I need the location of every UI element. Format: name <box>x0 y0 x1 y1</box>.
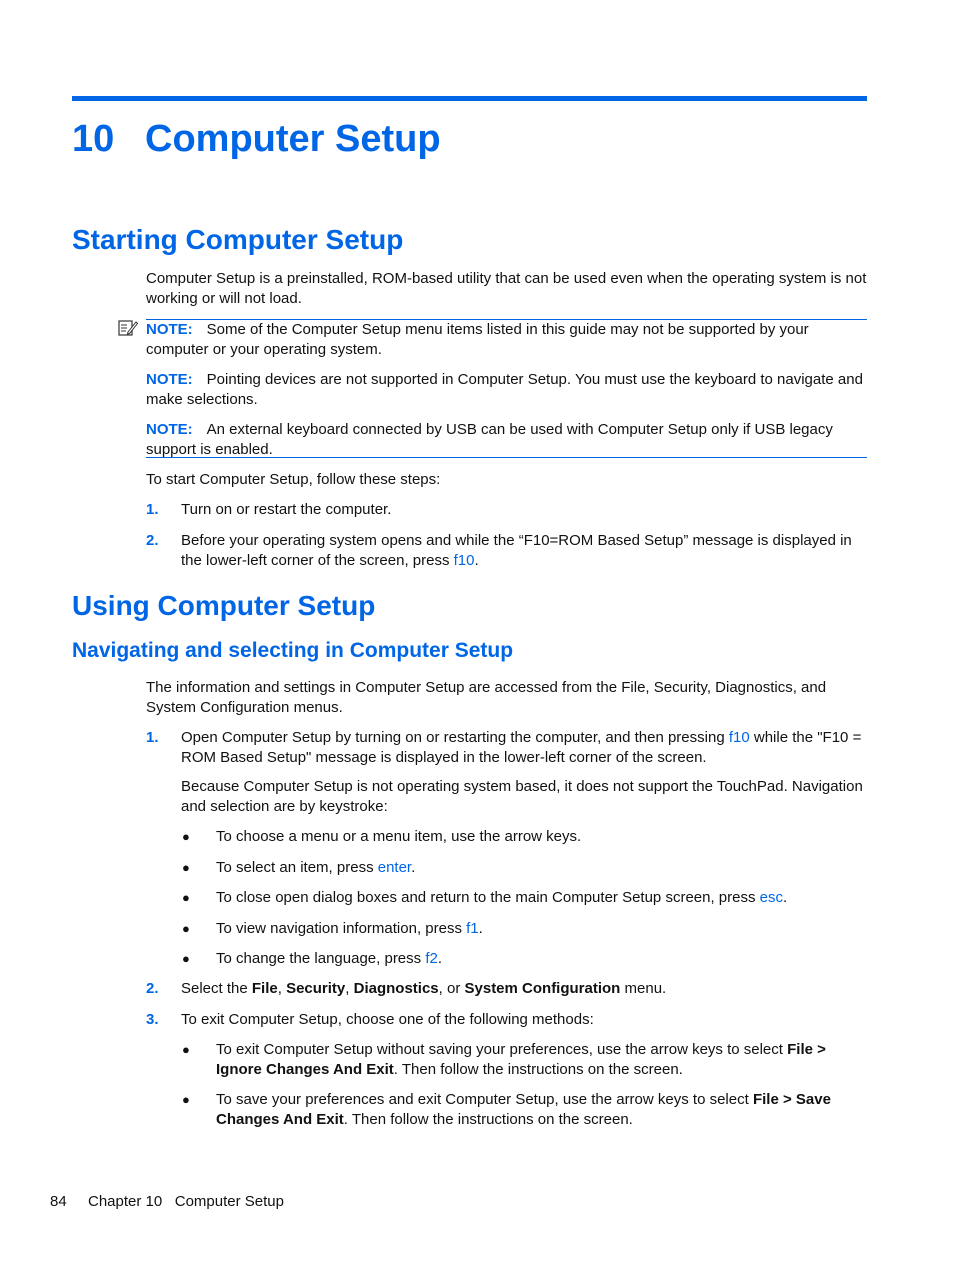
steps-intro: To start Computer Setup, follow these st… <box>146 471 441 488</box>
key-esc: esc <box>759 889 783 906</box>
key-f2: f2 <box>425 950 438 967</box>
page-number: 84 <box>50 1193 67 1210</box>
step-number: 1. <box>146 729 159 746</box>
step-text: Open Computer Setup by turning on or res… <box>181 729 862 766</box>
chapter-title-text: Computer Setup <box>145 118 441 160</box>
step-paragraph: Because Computer Setup is not operating … <box>181 778 863 815</box>
key-f10: f10 <box>453 551 475 569</box>
chapter-top-rule <box>72 96 867 101</box>
step-number: 2. <box>146 980 159 997</box>
step-text: Before your operating system opens and w… <box>181 532 852 569</box>
subsection-intro: The information and settings in Computer… <box>146 679 827 716</box>
chapter-title: 10 Computer Setup <box>72 118 441 161</box>
note-label: NOTE: <box>146 421 193 438</box>
page-footer: 84 Chapter 10 Computer Setup <box>50 1193 284 1210</box>
footer-chapter-title: Computer Setup <box>174 1193 284 1210</box>
note-box-bottom-rule <box>146 457 867 458</box>
bullet-item: To choose a menu or a menu item, use the… <box>216 828 582 845</box>
footer-chapter-label: Chapter 10 <box>88 1193 163 1210</box>
key-f10: f10 <box>728 729 750 746</box>
bullet-item: To select an item, press enter. <box>216 859 416 876</box>
bullet-item: To change the language, press f2. <box>216 950 443 967</box>
section-title-starting: Starting Computer Setup <box>72 224 404 255</box>
bullet-icon: ● <box>182 1042 190 1057</box>
section1-intro: Computer Setup is a preinstalled, ROM-ba… <box>146 270 867 307</box>
bullet-icon: ● <box>182 951 190 966</box>
bullet-item: To exit Computer Setup without saving yo… <box>216 1041 826 1078</box>
step-number: 1. <box>146 501 159 518</box>
bullet-item: To save your preferences and exit Comput… <box>216 1091 831 1128</box>
bullet-icon: ● <box>182 829 190 844</box>
note-1: NOTE: Some of the Computer Setup menu ite… <box>146 321 809 358</box>
key-f1: f1 <box>466 920 479 937</box>
bullet-icon: ● <box>182 1092 190 1107</box>
section-title-using: Using Computer Setup <box>72 590 376 621</box>
note-label: NOTE: <box>146 371 193 388</box>
key-enter: enter <box>377 859 412 876</box>
chapter-number: 10 <box>72 118 115 160</box>
bullet-item: To view navigation information, press f1… <box>216 920 483 937</box>
subsection-title-navigating: Navigating and selecting in Computer Set… <box>72 639 514 662</box>
step-number: 2. <box>146 532 159 549</box>
note-label: NOTE: <box>146 321 193 338</box>
bullet-icon: ● <box>182 860 190 875</box>
step-text: To exit Computer Setup, choose one of th… <box>181 1011 594 1028</box>
bullet-icon: ● <box>182 921 190 936</box>
step-number: 3. <box>146 1011 159 1028</box>
bullet-icon: ● <box>182 890 190 905</box>
step-text: Select the File, Security, Diagnostics, … <box>181 980 667 997</box>
note-2: NOTE: Pointing devices are not supported … <box>146 371 863 408</box>
note-3: NOTE: An external keyboard connected by U… <box>146 421 833 458</box>
step-text: Turn on or restart the computer. <box>181 501 392 518</box>
bullet-item: To close open dialog boxes and return to… <box>216 889 788 906</box>
note-pencil-icon <box>118 320 138 336</box>
